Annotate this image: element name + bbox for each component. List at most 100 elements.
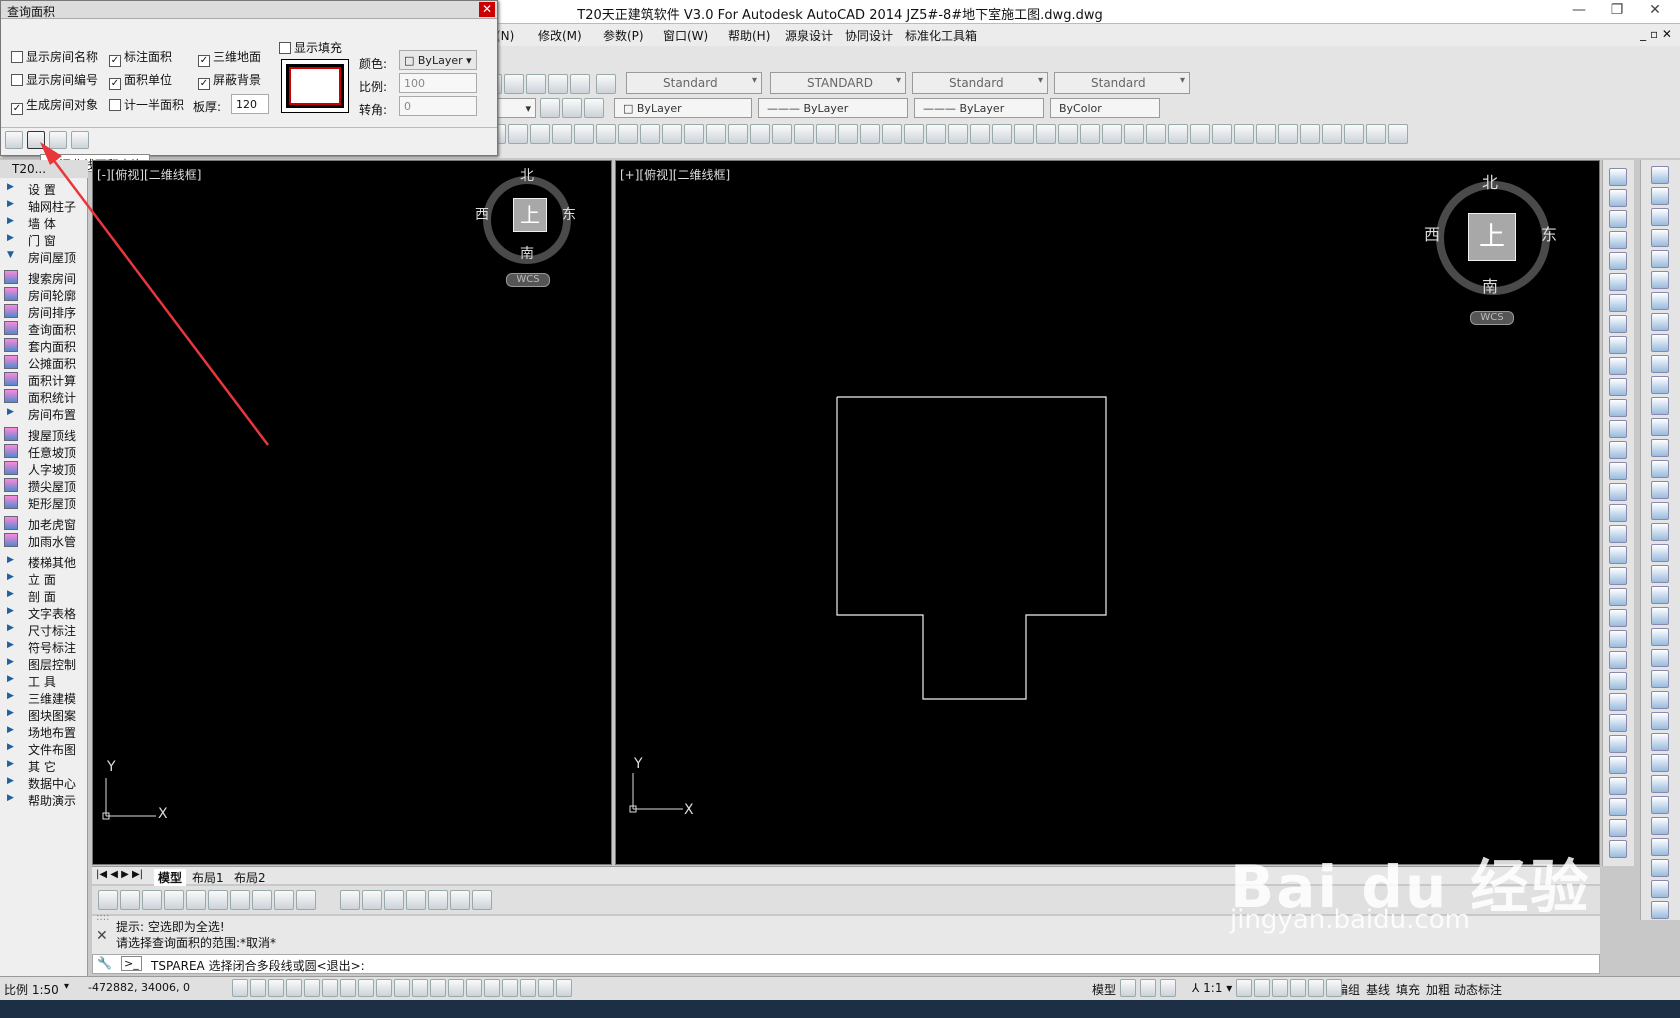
toolbar-icon[interactable] (1190, 124, 1210, 144)
drafting-toggle-icon[interactable] (376, 979, 392, 997)
modify-tool-icon[interactable] (1609, 777, 1627, 795)
palette-item[interactable]: ▶ 文字表格 (0, 604, 88, 621)
toolbar-icon[interactable] (1014, 124, 1034, 144)
dimension-tool-icon[interactable] (1651, 187, 1669, 205)
modify-tool-icon[interactable] (1609, 294, 1627, 312)
drafting-toggle-icon[interactable] (430, 979, 446, 997)
lineweight-select[interactable]: ——— ByLayer (914, 98, 1044, 118)
tangent-tool-icon[interactable] (98, 890, 118, 910)
modify-tool-icon[interactable] (1609, 798, 1627, 816)
toolbar-icon[interactable] (1388, 124, 1408, 144)
drafting-toggle-icon[interactable] (466, 979, 482, 997)
layout-view-icon[interactable] (1140, 979, 1156, 997)
toolbar-icon[interactable] (992, 124, 1012, 144)
linetype-select[interactable]: ——— ByLayer (758, 98, 908, 118)
layout-view-icon[interactable] (1120, 979, 1136, 997)
dimension-tool-icon[interactable] (1651, 607, 1669, 625)
baseline-toggle[interactable]: 基线 (1366, 981, 1390, 998)
modify-tool-icon[interactable] (1609, 210, 1627, 228)
toolbar-icon[interactable] (530, 124, 550, 144)
table-style-select[interactable]: Standard ▾ (912, 72, 1048, 94)
modify-tool-icon[interactable] (1609, 651, 1627, 669)
dimension-tool-icon[interactable] (1651, 250, 1669, 268)
toolbar-icon[interactable] (504, 74, 524, 94)
layout-view-icon[interactable] (1160, 979, 1176, 997)
toolbar-icon[interactable] (1102, 124, 1122, 144)
dimension-tool-icon[interactable] (1651, 733, 1669, 751)
modify-tool-icon[interactable] (1609, 399, 1627, 417)
dimension-tool-icon[interactable] (1651, 502, 1669, 520)
tangent-tool-icon[interactable] (186, 890, 206, 910)
dimension-tool-icon[interactable] (1651, 481, 1669, 499)
dimension-tool-icon[interactable] (1651, 775, 1669, 793)
dimension-tool-icon[interactable] (1651, 334, 1669, 352)
toolbar-icon[interactable] (728, 124, 748, 144)
palette-item[interactable]: 人字坡顶 (0, 460, 88, 477)
dimension-tool-icon[interactable] (1651, 712, 1669, 730)
toolbar-icon[interactable] (1234, 124, 1254, 144)
toolbar-icon[interactable] (618, 124, 638, 144)
toolbar-icon[interactable] (552, 124, 572, 144)
modify-tool-icon[interactable] (1609, 735, 1627, 753)
tangent-tool-icon[interactable] (208, 890, 228, 910)
dynamic-dim-toggle[interactable]: 动态标注 (1454, 981, 1502, 998)
modify-tool-icon[interactable] (1609, 483, 1627, 501)
toolbar-icon[interactable] (948, 124, 968, 144)
toolbar-icon[interactable] (1080, 124, 1100, 144)
palette-item[interactable]: 任意坡顶 (0, 443, 88, 460)
tab-layout1[interactable]: 布局1 (192, 869, 224, 886)
dimension-tool-icon[interactable] (1651, 817, 1669, 835)
modify-tool-icon[interactable] (1609, 168, 1627, 186)
modify-tool-icon[interactable] (1609, 273, 1627, 291)
drafting-toggle-icon[interactable] (340, 979, 356, 997)
layer-tool-icon[interactable] (584, 98, 604, 118)
toolbar-icon[interactable] (794, 124, 814, 144)
viewcube-top-face[interactable]: 上 (513, 198, 547, 232)
modify-tool-icon[interactable] (1609, 441, 1627, 459)
tab-model[interactable]: 模型 (154, 869, 187, 886)
palette-item[interactable]: 房间轮廓 (0, 286, 88, 303)
menu-collab[interactable]: 协同设计 (845, 27, 893, 44)
toolbar-icon[interactable] (684, 124, 704, 144)
drafting-toggle-icon[interactable] (322, 979, 338, 997)
dimension-tool-icon[interactable] (1651, 460, 1669, 478)
palette-item[interactable]: ▶ 剖 面 (0, 587, 88, 604)
maximize-button[interactable]: ❐ (1606, 2, 1628, 20)
modify-tool-icon[interactable] (1609, 630, 1627, 648)
modify-tool-icon[interactable] (1609, 840, 1627, 858)
toolbar-icon[interactable] (1146, 124, 1166, 144)
workspace-icon[interactable] (1272, 979, 1288, 997)
dimension-tool-icon[interactable] (1651, 397, 1669, 415)
toolbar-icon[interactable] (1124, 124, 1144, 144)
minimize-button[interactable]: — (1568, 2, 1590, 20)
layer-tool-icon[interactable] (562, 98, 582, 118)
dimension-tool-icon[interactable] (1651, 292, 1669, 310)
palette-item[interactable]: 加雨水管 (0, 532, 88, 549)
palette-item[interactable]: 矩形屋顶 (0, 494, 88, 511)
palette-item[interactable]: 查询面积 (0, 320, 88, 337)
dimension-tool-icon[interactable] (1651, 313, 1669, 331)
palette-item[interactable]: ▶ 场地布置 (0, 723, 88, 740)
compass-north[interactable]: 北 (520, 165, 534, 185)
modify-tool-icon[interactable] (1609, 462, 1627, 480)
toolbar-icon[interactable] (640, 124, 660, 144)
drawing-canvas[interactable] (616, 161, 1601, 866)
palette-item[interactable]: ▶ 尺寸标注 (0, 621, 88, 638)
dimension-tool-icon[interactable] (1651, 628, 1669, 646)
wrench-icon[interactable]: 🔧 (97, 956, 112, 970)
workspace-icon[interactable] (1254, 979, 1270, 997)
modify-tool-icon[interactable] (1609, 756, 1627, 774)
workspace-icon[interactable] (1290, 979, 1306, 997)
dimension-tool-icon[interactable] (1651, 691, 1669, 709)
dim-style-select[interactable]: STANDARD ▾ (770, 72, 906, 94)
help-icon[interactable] (596, 74, 616, 94)
close-cmdline-icon[interactable]: ✕ (96, 928, 108, 944)
viewport-right[interactable]: [+][俯视][二维线框] 北 南 西 东 上 WCS Y X (615, 160, 1600, 865)
drafting-toggle-icon[interactable] (286, 979, 302, 997)
drafting-toggle-icon[interactable] (448, 979, 464, 997)
palette-item[interactable]: ▶ 数据中心 (0, 774, 88, 791)
toolbar-icon[interactable] (1278, 124, 1298, 144)
palette-item[interactable]: 攒尖屋顶 (0, 477, 88, 494)
drafting-toggle-icon[interactable] (394, 979, 410, 997)
toolbar-icon[interactable] (904, 124, 924, 144)
